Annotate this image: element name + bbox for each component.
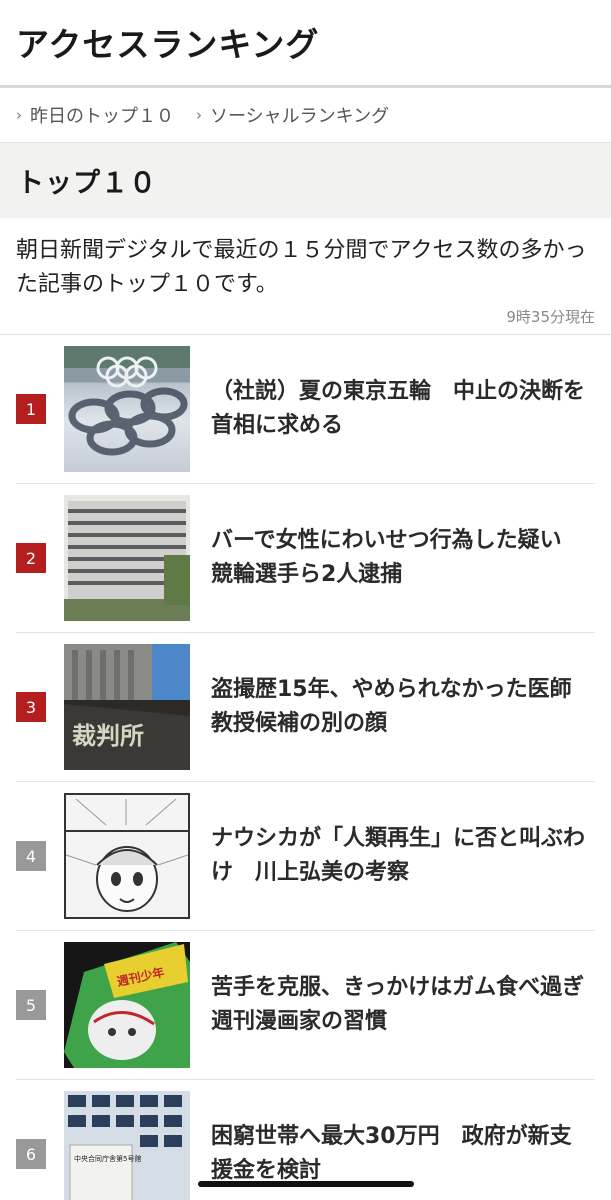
article-title: 苦手を克服、きっかけはガム食べ過ぎ 週刊漫画家の習慣 [211, 975, 607, 1034]
article-title: 盗撮歴15年、やめられなかった医師 教授候補の別の顔 [211, 677, 594, 736]
ranking-item-5[interactable]: 5 週刊少年 苦手を克服、きっかけはガム食べ過ぎ 週刊漫画家の習慣 [16, 931, 607, 1080]
svg-text:中央合同庁舎第5号館: 中央合同庁舎第5号館 [74, 1154, 141, 1163]
ranking-item-1[interactable]: 1 （社説）夏の東京五輪 中止の決断を首相に求める [16, 335, 595, 484]
article-title: ナウシカが「人類再生」に否と叫ぶわけ 川上弘美の考察 [211, 826, 586, 885]
chevron-right-icon: › [16, 106, 22, 124]
section-title: トップ１０ [17, 168, 157, 199]
rank-badge: 4 [16, 841, 46, 871]
article-thumbnail: 裁判所 [64, 644, 190, 770]
ranking-item-3[interactable]: 3 裁判所 盗撮歴15年、やめられなかった医師 教授候補の別の顔 [16, 633, 595, 782]
ranking-item-4[interactable]: 4 ナウシカが「人類再生」に否と叫ぶわけ 川上弘美の考察 [16, 782, 595, 931]
breadcrumb-link-yesterday-top10[interactable]: › 昨日のトップ１０ [16, 102, 174, 128]
breadcrumb-link-social-ranking[interactable]: › ソーシャルランキング [196, 102, 389, 128]
article-thumbnail: 週刊少年 [64, 942, 190, 1068]
ranking-item-2[interactable]: 2 バーで女性にわいせつ行為した疑い 競輪選手ら2人逮捕 [16, 484, 595, 633]
home-indicator[interactable] [198, 1181, 414, 1187]
article-title: バーで女性にわいせつ行為した疑い 競輪選手ら2人逮捕 [211, 528, 584, 587]
article-title: （社説）夏の東京五輪 中止の決断を首相に求める [211, 379, 586, 438]
article-thumbnail [64, 793, 190, 919]
page-title: アクセスランキング [16, 25, 320, 64]
rank-badge: 6 [16, 1139, 46, 1169]
building-photo [64, 495, 190, 621]
chevron-right-icon: › [196, 106, 202, 124]
olympic-rings-photo [64, 346, 190, 456]
rank-badge: 2 [16, 543, 46, 573]
courthouse-sign-photo: 裁判所 [64, 644, 190, 770]
government-building-photo: 中央合同庁舎第5号館 [64, 1091, 190, 1200]
ranking-description: 朝日新聞デジタルで最近の１５分間でアクセス数の多かった記事のトップ１０です。 [16, 238, 587, 297]
article-thumbnail [64, 346, 190, 472]
manga-panel-image [66, 795, 188, 917]
breadcrumb-label: 昨日のトップ１０ [30, 106, 174, 127]
comic-cover-photo: 週刊少年 [64, 942, 190, 1068]
page-header: アクセスランキング [0, 0, 611, 88]
breadcrumb-label: ソーシャルランキング [210, 106, 390, 127]
ranking-list: 1 （社説）夏の東京五輪 中止の決断を首相に求める 2 バーで女性にわいせつ行為… [0, 335, 611, 1200]
rank-badge: 3 [16, 692, 46, 722]
rank-badge: 1 [16, 394, 46, 424]
article-thumbnail [64, 495, 190, 621]
section-header: トップ１０ [0, 143, 611, 218]
svg-text:裁判所: 裁判所 [72, 722, 144, 750]
article-thumbnail: 中央合同庁舎第5号館 [64, 1091, 190, 1200]
rank-badge: 5 [16, 990, 46, 1020]
updated-timestamp: 9時35分現在 [506, 308, 595, 326]
breadcrumb: › 昨日のトップ１０ › ソーシャルランキング [0, 88, 611, 143]
article-title: 困窮世帯へ最大30万円 政府が新支援金を検討 [211, 1124, 572, 1183]
